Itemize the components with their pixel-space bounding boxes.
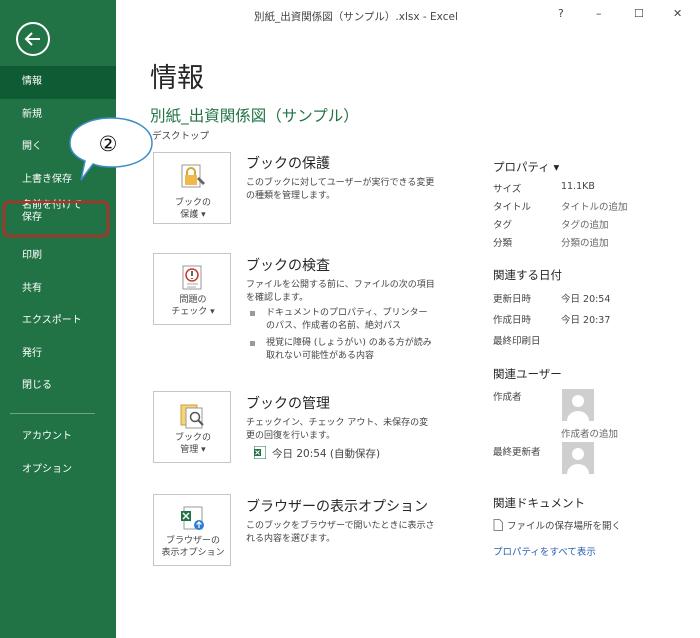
modified-date-label: 更新日時 <box>493 294 532 305</box>
document-location: デスクトップ <box>152 131 210 142</box>
page-title: 情報 <box>150 63 204 94</box>
check-issues-button[interactable]: 問題の チェック ▾ <box>153 253 231 325</box>
sidebar-item-options[interactable]: オプション <box>0 454 116 487</box>
sidebar-item-export[interactable]: エクスポート <box>0 305 116 338</box>
last-printed-label: 最終印刷日 <box>493 336 541 347</box>
lock-icon <box>181 164 205 188</box>
document-name: 別紙_出資関係図（サンプル） <box>150 107 359 125</box>
protect-title: ブックの保護 <box>246 156 330 172</box>
close-button[interactable]: ✕ <box>673 7 682 20</box>
last-modified-by-label: 最終更新者 <box>493 447 541 458</box>
prop-title-input[interactable]: タイトルの追加 <box>561 199 628 213</box>
prop-title-label: タイトル <box>493 202 532 213</box>
manage-workbook-icon <box>180 404 204 429</box>
related-people-header: 関連ユーザー <box>493 367 562 381</box>
author-label: 作成者 <box>493 392 522 403</box>
browser-button-label: ブラウザーの 表示オプション <box>161 536 225 558</box>
minimize-button[interactable]: – <box>596 7 602 20</box>
sidebar-item-share[interactable]: 共有 <box>0 273 116 306</box>
back-arrow-icon[interactable] <box>16 22 50 56</box>
last-modified-avatar <box>562 442 594 474</box>
protect-button-label: ブックの 保護 ▾ <box>174 198 211 220</box>
maximize-button[interactable]: ☐ <box>634 7 644 20</box>
sidebar-item-info[interactable]: 情報 <box>0 66 116 99</box>
created-date-value: 今日 20:37 <box>561 315 611 326</box>
browser-view-icon <box>181 506 204 530</box>
created-date-label: 作成日時 <box>493 315 532 326</box>
inspect-document-icon <box>182 265 202 290</box>
autosave-version[interactable]: 今日 20:54 (自動保存) <box>254 446 380 461</box>
sidebar-divider <box>10 413 95 414</box>
excel-file-icon <box>254 446 266 459</box>
document-icon <box>493 519 503 531</box>
manage-description: チェックイン、チェック アウト、未保存の変更の回復を行います。 <box>246 418 429 441</box>
properties-dropdown[interactable]: プロパティ ▾ <box>493 159 559 175</box>
prop-tags-input[interactable]: タグの追加 <box>561 217 609 231</box>
browser-title: ブラウザーの表示オプション <box>246 499 428 515</box>
author-avatar <box>562 389 594 421</box>
prop-category-input[interactable]: 分類の追加 <box>561 235 609 249</box>
add-author-link[interactable]: 作成者の追加 <box>561 426 618 440</box>
related-dates-header: 関連する日付 <box>493 268 562 282</box>
manage-workbook-button[interactable]: ブックの 管理 ▾ <box>153 391 231 463</box>
protect-description: このブックに対してユーザーが実行できる変更の種類を管理します。 <box>246 178 435 201</box>
title-bar: 別紙_出資関係図（サンプル）.xlsx - Excel ? – ☐ ✕ <box>116 0 700 32</box>
show-all-properties-link[interactable]: プロパティをすべて表示 <box>493 544 596 558</box>
related-documents-header: 関連ドキュメント <box>493 496 585 510</box>
prop-size-value: 11.1KB <box>561 181 595 192</box>
protect-workbook-button[interactable]: ブックの 保護 ▾ <box>153 152 231 224</box>
sidebar-item-print[interactable]: 印刷 <box>0 240 116 273</box>
callout-step-number: ② <box>98 132 118 156</box>
check-issues-button-label: 問題の チェック ▾ <box>171 295 215 317</box>
sidebar-nav-bottom: アカウント オプション <box>0 421 116 486</box>
sidebar-item-close[interactable]: 閉じる <box>0 370 116 403</box>
open-file-location-link[interactable]: ファイルの保存場所を開く <box>493 518 621 532</box>
prop-size-label: サイズ <box>493 184 522 195</box>
save-as-highlight-box <box>3 201 109 237</box>
prop-tags-label: タグ <box>493 220 513 231</box>
backstage-sidebar: 情報 新規 開く 上書き保存 名前を付けて 保存 印刷 共有 エクスポート 発行… <box>0 0 116 638</box>
browser-view-options-button[interactable]: ブラウザーの 表示オプション <box>153 494 231 566</box>
help-icon[interactable]: ? <box>558 7 564 20</box>
window-title: 別紙_出資関係図（サンプル）.xlsx - Excel <box>254 11 458 23</box>
browser-description: このブックをブラウザーで開いたときに表示される内容を選びます。 <box>246 521 435 544</box>
modified-date-value: 今日 20:54 <box>561 294 611 305</box>
prop-category-label: 分類 <box>493 238 513 249</box>
inspect-description: ファイルを公開する前に、ファイルの次の項目を確認します。 <box>246 280 435 303</box>
manage-button-label: ブックの 管理 ▾ <box>174 433 211 455</box>
manage-title: ブックの管理 <box>246 396 330 412</box>
inspect-title: ブックの検査 <box>246 258 330 274</box>
sidebar-item-publish[interactable]: 発行 <box>0 338 116 371</box>
sidebar-item-account[interactable]: アカウント <box>0 421 116 454</box>
